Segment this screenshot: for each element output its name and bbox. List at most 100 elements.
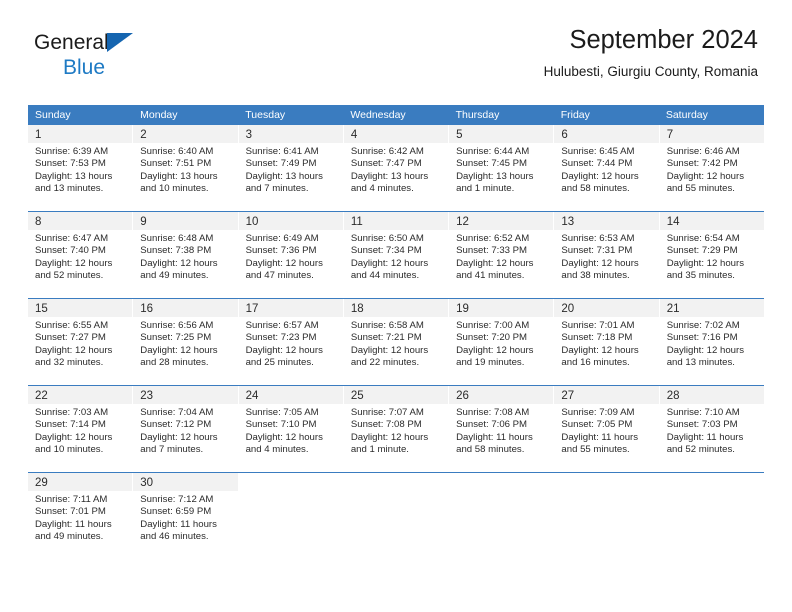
day-number-bar: 9 [133, 212, 238, 230]
daylight-text-line2: and 22 minutes. [350, 357, 420, 369]
sunrise-text: Sunrise: 6:41 AM [245, 146, 319, 157]
sunset-text: Sunset: 7:45 PM [456, 158, 528, 170]
day-cell[interactable]: 22 Sunrise: 7:03 AM Sunset: 7:14 PM Dayl… [28, 386, 134, 465]
week-row: 22 Sunrise: 7:03 AM Sunset: 7:14 PM Dayl… [28, 385, 764, 465]
day-cell[interactable]: 16 Sunrise: 6:56 AM Sunset: 7:25 PM Dayl… [133, 299, 239, 378]
sunrise-text: Sunrise: 7:01 AM [561, 320, 635, 331]
day-cell[interactable]: 24 Sunrise: 7:05 AM Sunset: 7:10 PM Dayl… [238, 386, 344, 465]
sunrise-text: Sunrise: 7:00 AM [456, 320, 530, 331]
week-row: 15 Sunrise: 6:55 AM Sunset: 7:27 PM Dayl… [28, 298, 764, 378]
day-details: Sunrise: 7:05 AM Sunset: 7:10 PM Dayligh… [239, 404, 343, 457]
sunset-text: Sunset: 7:31 PM [561, 245, 633, 257]
day-details: Sunrise: 6:47 AM Sunset: 7:40 PM Dayligh… [28, 230, 132, 283]
day-cell[interactable]: 30 Sunrise: 7:12 AM Sunset: 6:59 PM Dayl… [133, 473, 239, 552]
day-cell[interactable]: 12 Sunrise: 6:52 AM Sunset: 7:33 PM Dayl… [449, 212, 555, 291]
sunset-text: Sunset: 6:59 PM [140, 506, 212, 518]
day-number-bar: 27 [554, 386, 659, 404]
sunrise-text: Sunrise: 6:46 AM [666, 146, 740, 157]
day-details: Sunrise: 6:45 AM Sunset: 7:44 PM Dayligh… [554, 143, 658, 196]
day-cell[interactable]: 17 Sunrise: 6:57 AM Sunset: 7:23 PM Dayl… [238, 299, 344, 378]
day-cell[interactable]: 2 Sunrise: 6:40 AM Sunset: 7:51 PM Dayli… [133, 125, 239, 204]
day-cell[interactable]: 26 Sunrise: 7:08 AM Sunset: 7:06 PM Dayl… [449, 386, 555, 465]
weekday-header-friday: Friday [560, 109, 590, 121]
day-number: 21 [666, 303, 680, 315]
day-details: Sunrise: 6:40 AM Sunset: 7:51 PM Dayligh… [133, 143, 237, 196]
day-number: 13 [561, 216, 575, 228]
day-cell[interactable]: 11 Sunrise: 6:50 AM Sunset: 7:34 PM Dayl… [343, 212, 450, 291]
sunset-text: Sunset: 7:42 PM [666, 158, 738, 170]
day-number-bar: 2 [133, 125, 238, 143]
day-cell[interactable]: 27 Sunrise: 7:09 AM Sunset: 7:05 PM Dayl… [554, 386, 660, 465]
day-cell[interactable]: 25 Sunrise: 7:07 AM Sunset: 7:08 PM Dayl… [343, 386, 450, 465]
day-cell[interactable]: 8 Sunrise: 6:47 AM Sunset: 7:40 PM Dayli… [28, 212, 134, 291]
day-number: 20 [561, 303, 575, 315]
sunrise-text: Sunrise: 6:42 AM [350, 146, 424, 157]
sunrise-text: Sunrise: 6:55 AM [35, 320, 109, 331]
day-number-bar [344, 473, 448, 491]
weekday-header-wednesday: Wednesday [350, 109, 406, 121]
day-cell[interactable]: 13 Sunrise: 6:53 AM Sunset: 7:31 PM Dayl… [554, 212, 660, 291]
daylight-text-line1: Daylight: 12 hours [245, 344, 323, 356]
day-cell-empty [554, 473, 660, 552]
day-details: Sunrise: 7:01 AM Sunset: 7:18 PM Dayligh… [554, 317, 658, 370]
day-cell[interactable]: 23 Sunrise: 7:04 AM Sunset: 7:12 PM Dayl… [133, 386, 239, 465]
day-number-bar: 13 [554, 212, 659, 230]
day-number-bar: 15 [28, 299, 133, 317]
day-details: Sunrise: 7:10 AM Sunset: 7:03 PM Dayligh… [660, 404, 764, 457]
day-number: 12 [456, 216, 469, 228]
sunset-text: Sunset: 7:29 PM [666, 245, 738, 257]
day-cell[interactable]: 21 Sunrise: 7:02 AM Sunset: 7:16 PM Dayl… [659, 299, 764, 378]
day-number: 25 [350, 390, 364, 402]
sunset-text: Sunset: 7:20 PM [456, 332, 528, 344]
day-details: Sunrise: 6:52 AM Sunset: 7:33 PM Dayligh… [449, 230, 553, 283]
day-cell[interactable]: 14 Sunrise: 6:54 AM Sunset: 7:29 PM Dayl… [659, 212, 764, 291]
day-number: 22 [35, 390, 48, 402]
day-cell[interactable]: 28 Sunrise: 7:10 AM Sunset: 7:03 PM Dayl… [659, 386, 764, 465]
day-number-bar: 14 [659, 212, 764, 230]
sunset-text: Sunset: 7:36 PM [245, 245, 317, 257]
day-number: 28 [666, 390, 680, 402]
sunrise-text: Sunrise: 7:05 AM [245, 407, 319, 418]
day-number: 11 [350, 216, 363, 228]
day-number: 23 [140, 390, 154, 402]
daylight-text-line1: Daylight: 12 hours [561, 257, 639, 269]
day-number-bar: 10 [238, 212, 343, 230]
day-cell[interactable]: 15 Sunrise: 6:55 AM Sunset: 7:27 PM Dayl… [28, 299, 134, 378]
day-cell[interactable]: 4 Sunrise: 6:42 AM Sunset: 7:47 PM Dayli… [343, 125, 450, 204]
day-number: 6 [561, 129, 568, 141]
daylight-text-line2: and 1 minute. [456, 183, 515, 195]
daylight-text-line1: Daylight: 12 hours [456, 257, 534, 269]
daylight-text-line1: Daylight: 12 hours [35, 344, 113, 356]
day-number: 14 [666, 216, 680, 228]
sunrise-text: Sunrise: 6:52 AM [456, 233, 530, 244]
day-cell[interactable]: 19 Sunrise: 7:00 AM Sunset: 7:20 PM Dayl… [449, 299, 555, 378]
sunset-text: Sunset: 7:33 PM [456, 245, 528, 257]
day-cell[interactable]: 1 Sunrise: 6:39 AM Sunset: 7:53 PM Dayli… [28, 125, 134, 204]
day-number-bar: 29 [28, 473, 133, 491]
day-cell[interactable]: 29 Sunrise: 7:11 AM Sunset: 7:01 PM Dayl… [28, 473, 134, 552]
daylight-text-line1: Daylight: 13 hours [456, 170, 534, 182]
day-cell[interactable]: 6 Sunrise: 6:45 AM Sunset: 7:44 PM Dayli… [554, 125, 660, 204]
day-number-bar: 28 [659, 386, 764, 404]
day-cell[interactable]: 10 Sunrise: 6:49 AM Sunset: 7:36 PM Dayl… [238, 212, 344, 291]
sunset-text: Sunset: 7:40 PM [35, 245, 106, 257]
day-cell[interactable]: 3 Sunrise: 6:41 AM Sunset: 7:49 PM Dayli… [238, 125, 344, 204]
day-cell[interactable]: 9 Sunrise: 6:48 AM Sunset: 7:38 PM Dayli… [133, 212, 239, 291]
day-cell[interactable]: 5 Sunrise: 6:44 AM Sunset: 7:45 PM Dayli… [449, 125, 555, 204]
day-number-bar: 25 [343, 386, 449, 404]
day-cell[interactable]: 20 Sunrise: 7:01 AM Sunset: 7:18 PM Dayl… [554, 299, 660, 378]
day-number-bar: 24 [238, 386, 343, 404]
daylight-text-line2: and 41 minutes. [456, 270, 525, 282]
day-cell[interactable]: 18 Sunrise: 6:58 AM Sunset: 7:21 PM Dayl… [343, 299, 450, 378]
day-number: 2 [140, 129, 147, 141]
triangle-icon [107, 33, 133, 52]
day-number: 24 [245, 390, 259, 402]
day-cell[interactable]: 7 Sunrise: 6:46 AM Sunset: 7:42 PM Dayli… [659, 125, 764, 204]
day-details: Sunrise: 7:11 AM Sunset: 7:01 PM Dayligh… [28, 491, 132, 544]
daylight-text-line1: Daylight: 12 hours [456, 344, 534, 356]
sunset-text: Sunset: 7:38 PM [140, 245, 212, 257]
day-number-bar: 8 [28, 212, 133, 230]
sunset-text: Sunset: 7:08 PM [350, 419, 422, 431]
daylight-text-line1: Daylight: 11 hours [666, 431, 744, 443]
sunset-text: Sunset: 7:12 PM [140, 419, 212, 431]
